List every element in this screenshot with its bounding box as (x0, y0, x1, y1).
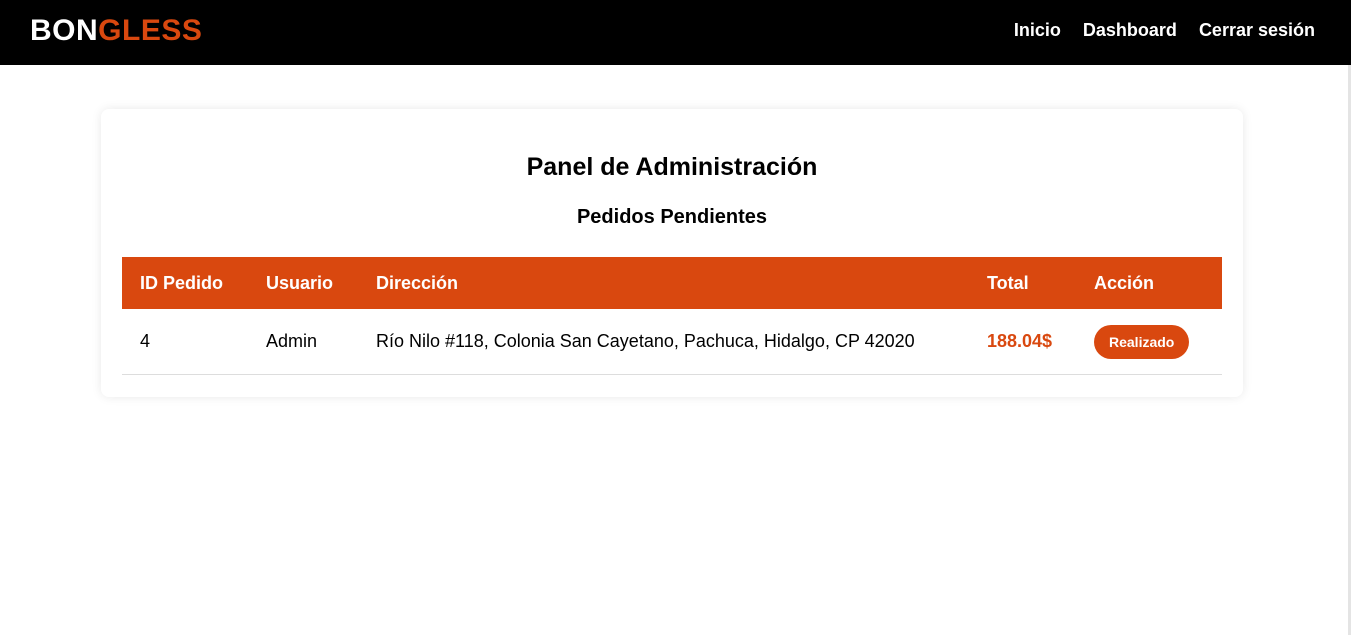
nav-links: Inicio Dashboard Cerrar sesión (1014, 19, 1315, 41)
admin-panel-card: Panel de Administración Pedidos Pendient… (101, 109, 1243, 397)
cell-address: Río Nilo #118, Colonia San Cayetano, Pac… (358, 309, 969, 375)
cell-order-id: 4 (122, 309, 248, 375)
mark-done-button[interactable]: Realizado (1094, 324, 1190, 359)
table-header-row: ID Pedido Usuario Dirección Total Acción (122, 257, 1222, 309)
brand-logo-part2: GLESS (98, 14, 203, 47)
brand-logo-part1: BON (30, 14, 99, 47)
section-title: Pedidos Pendientes (576, 206, 768, 228)
cell-total: 188.04$ (969, 309, 1076, 375)
navbar: BONGLESS Inicio Dashboard Cerrar sesión (0, 0, 1351, 65)
brand-logo[interactable]: BONGLESS (30, 14, 202, 48)
page-title: Panel de Administración (526, 153, 818, 181)
column-header-id: ID Pedido (122, 257, 248, 309)
cell-user: Admin (248, 309, 358, 375)
orders-table: ID Pedido Usuario Dirección Total Acción… (122, 257, 1222, 375)
nav-link-inicio[interactable]: Inicio (1014, 19, 1061, 41)
column-header-action: Acción (1076, 257, 1222, 309)
nav-link-cerrar-sesion[interactable]: Cerrar sesión (1199, 19, 1315, 41)
table-row: 4 Admin Río Nilo #118, Colonia San Cayet… (122, 309, 1222, 375)
column-header-user: Usuario (248, 257, 358, 309)
column-header-address: Dirección (358, 257, 969, 309)
cell-action: Realizado (1076, 309, 1222, 375)
column-header-total: Total (969, 257, 1076, 309)
nav-link-dashboard[interactable]: Dashboard (1083, 19, 1177, 41)
